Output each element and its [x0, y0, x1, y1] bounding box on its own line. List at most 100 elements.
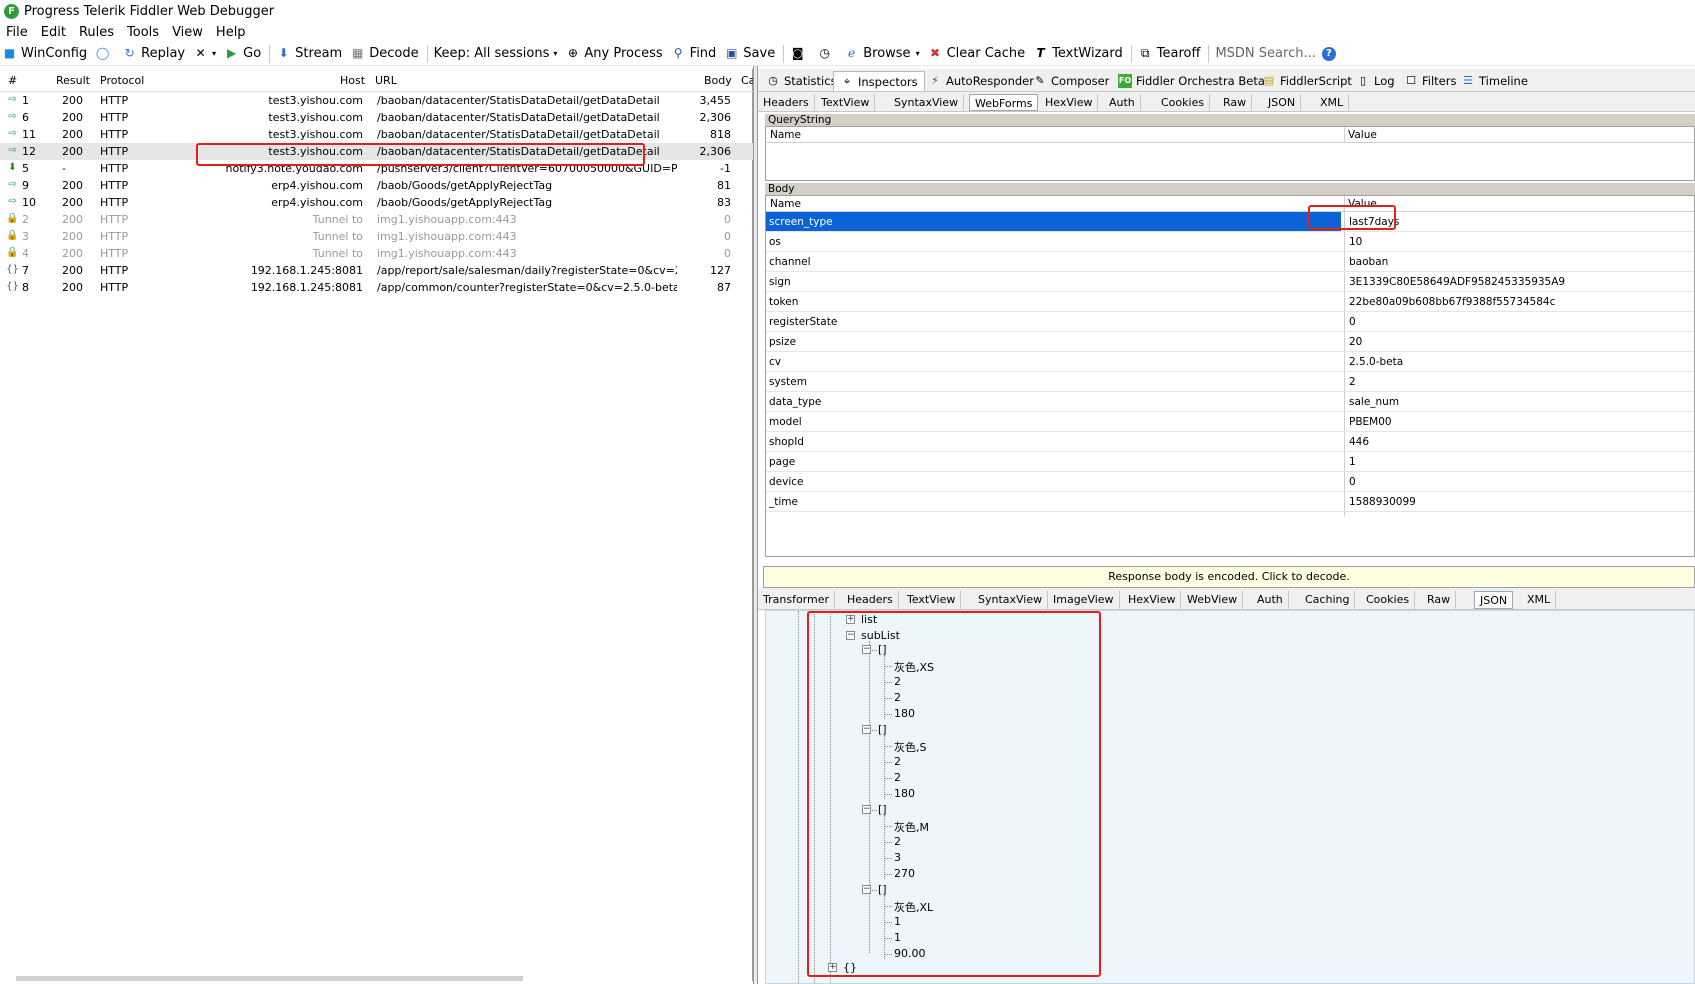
- session-row[interactable]: ⇨ 9 200 HTTP erp4.yishou.com/baob/Goods/getA…: [0, 177, 753, 194]
- menu-view[interactable]: View: [172, 25, 203, 40]
- collapse-icon[interactable]: −: [862, 805, 871, 814]
- tree-leaf-value[interactable]: 1: [894, 915, 901, 928]
- tree-node-object[interactable]: {}: [843, 961, 857, 974]
- req-tab-auth[interactable]: Auth: [1104, 94, 1141, 111]
- tearoff-button[interactable]: ⧉ Tearoff: [1138, 46, 1200, 61]
- tree-node-array[interactable]: []: [878, 803, 887, 816]
- session-row[interactable]: {} 8 200 HTTP 192.168.1.245:8081/app/common/…: [0, 279, 753, 296]
- menu-file[interactable]: File: [6, 25, 28, 40]
- col-result[interactable]: Result: [56, 74, 90, 87]
- clear-cache-button[interactable]: ✖ Clear Cache: [928, 46, 1025, 61]
- param-name[interactable]: page: [766, 452, 1341, 471]
- comment-button[interactable]: ◯: [95, 46, 114, 61]
- expand-icon[interactable]: +: [846, 615, 855, 624]
- param-value[interactable]: 22be80a09b608bb67f9388f55734584c: [1349, 296, 1555, 308]
- param-name[interactable]: data_type: [766, 392, 1341, 411]
- req-tab-textview[interactable]: TextView: [816, 94, 876, 111]
- resp-tab-auth[interactable]: Auth: [1252, 591, 1289, 609]
- horizontal-scrollbar[interactable]: [16, 976, 523, 981]
- screenshot-button[interactable]: ◙: [790, 46, 809, 61]
- col-body[interactable]: Body: [704, 74, 732, 87]
- resp-tab-hexview[interactable]: HexView: [1123, 591, 1182, 609]
- tab-fiddler-orchestra[interactable]: FO Fiddler Orchestra Beta: [1112, 71, 1271, 91]
- body-param-row[interactable]: screen_type last7days: [766, 212, 1694, 232]
- param-name[interactable]: shopId: [766, 432, 1341, 451]
- req-tab-raw[interactable]: Raw: [1218, 94, 1253, 111]
- tree-leaf-value[interactable]: 灰色,XL: [894, 899, 933, 915]
- tree-node-sublist[interactable]: subList: [861, 629, 900, 642]
- body-param-row[interactable]: page 1: [766, 452, 1694, 472]
- save-button[interactable]: ▣ Save: [724, 46, 775, 61]
- any-process-button[interactable]: ⊕ Any Process: [565, 46, 663, 61]
- replay-button[interactable]: ↻ Replay: [122, 46, 186, 61]
- param-value[interactable]: last7days: [1349, 216, 1399, 228]
- tree-node-list[interactable]: list: [861, 613, 877, 626]
- param-name[interactable]: model: [766, 412, 1341, 431]
- session-row[interactable]: 🔒 3 200 HTTP Tunnel to img1.yishouapp.com:443…: [0, 228, 753, 245]
- browse-button[interactable]: ℯ Browse ▾: [844, 46, 919, 61]
- session-row[interactable]: ⇨ 11 200 HTTP test3.yishou.com/baoban/datace…: [0, 126, 753, 143]
- req-tab-hexview[interactable]: HexView: [1040, 94, 1099, 111]
- tree-leaf-value[interactable]: 2: [894, 771, 901, 784]
- resp-tab-caching[interactable]: Caching: [1300, 591, 1356, 609]
- tree-leaf-value[interactable]: 3: [894, 851, 901, 864]
- session-row[interactable]: {} 7 200 HTTP 192.168.1.245:8081/app/report/…: [0, 262, 753, 279]
- keep-sessions-dropdown[interactable]: Keep: All sessions ▾: [434, 46, 558, 61]
- req-tab-json[interactable]: JSON: [1263, 94, 1302, 111]
- collapse-icon[interactable]: −: [862, 885, 871, 894]
- collapse-icon[interactable]: −: [862, 645, 871, 654]
- tab-timeline[interactable]: ☰ Timeline: [1455, 71, 1534, 91]
- tree-leaf-value[interactable]: 180: [894, 787, 915, 800]
- body-param-row[interactable]: _time 1588930099: [766, 492, 1694, 512]
- body-param-row[interactable]: model PBEM00: [766, 412, 1694, 432]
- tab-fiddlerscript[interactable]: ▤ FiddlerScript: [1256, 71, 1358, 91]
- param-value[interactable]: sale_num: [1349, 396, 1399, 408]
- param-name[interactable]: token: [766, 292, 1341, 311]
- col-num[interactable]: #: [8, 74, 17, 87]
- col-host[interactable]: Host: [340, 74, 365, 87]
- session-row[interactable]: ⇨ 10 200 HTTP erp4.yishou.com/baob/Goods/get…: [0, 194, 753, 211]
- tree-leaf-value[interactable]: 1: [894, 931, 901, 944]
- param-name[interactable]: sign: [766, 272, 1341, 291]
- param-value[interactable]: 1588930099: [1349, 496, 1416, 508]
- req-tab-headers[interactable]: Headers: [758, 94, 815, 111]
- col-url[interactable]: URL: [375, 74, 397, 87]
- tree-leaf-value[interactable]: 90.00: [894, 947, 926, 960]
- find-button[interactable]: ⚲ Find: [671, 46, 717, 61]
- body-param-row[interactable]: psize 20: [766, 332, 1694, 352]
- body-col-name[interactable]: Name: [770, 198, 801, 210]
- tree-node-array[interactable]: []: [878, 883, 887, 896]
- decode-notice-bar[interactable]: Response body is encoded. Click to decod…: [763, 566, 1695, 588]
- param-value[interactable]: 1: [1349, 456, 1356, 468]
- winconfig-button[interactable]: ■ WinConfig: [2, 46, 87, 61]
- tree-leaf-value[interactable]: 270: [894, 867, 915, 880]
- resp-tab-syntaxview[interactable]: SyntaxView: [973, 591, 1049, 609]
- param-value[interactable]: 10: [1349, 236, 1362, 248]
- resp-tab-json[interactable]: JSON: [1474, 591, 1514, 609]
- stream-button[interactable]: ⬇ Stream: [276, 46, 343, 61]
- body-col-value[interactable]: Value: [1348, 198, 1377, 210]
- tree-leaf-value[interactable]: 2: [894, 691, 901, 704]
- param-name[interactable]: psize: [766, 332, 1341, 351]
- tree-node-array[interactable]: []: [878, 723, 887, 736]
- menu-rules[interactable]: Rules: [79, 25, 114, 40]
- qs-col-value[interactable]: Value: [1348, 129, 1377, 141]
- resp-tab-raw[interactable]: Raw: [1422, 591, 1457, 609]
- param-name[interactable]: system: [766, 372, 1341, 391]
- msdn-search-input[interactable]: MSDN Search...: [1215, 46, 1315, 61]
- param-value[interactable]: 2.5.0-beta: [1349, 356, 1403, 368]
- body-param-row[interactable]: sign 3E1339C80E58649ADF958245335935A9: [766, 272, 1694, 292]
- tree-leaf-value[interactable]: 180: [894, 707, 915, 720]
- body-param-row[interactable]: data_type sale_num: [766, 392, 1694, 412]
- tree-node-array[interactable]: []: [878, 643, 887, 656]
- session-row[interactable]: 🔒 4 200 HTTP Tunnel to img1.yishouapp.com:443…: [0, 245, 753, 262]
- param-value[interactable]: 446: [1349, 436, 1369, 448]
- col-protocol[interactable]: Protocol: [100, 74, 144, 87]
- param-name[interactable]: cv: [766, 352, 1341, 371]
- param-name[interactable]: device: [766, 472, 1341, 491]
- body-param-row[interactable]: token 22be80a09b608bb67f9388f55734584c: [766, 292, 1694, 312]
- tab-autoresponder[interactable]: ⚡ AutoResponder: [922, 71, 1040, 91]
- resp-tab-headers[interactable]: Headers: [842, 591, 899, 609]
- req-tab-syntaxview[interactable]: SyntaxView: [889, 94, 965, 111]
- tab-inspectors[interactable]: ⌖ Inspectors: [833, 71, 925, 91]
